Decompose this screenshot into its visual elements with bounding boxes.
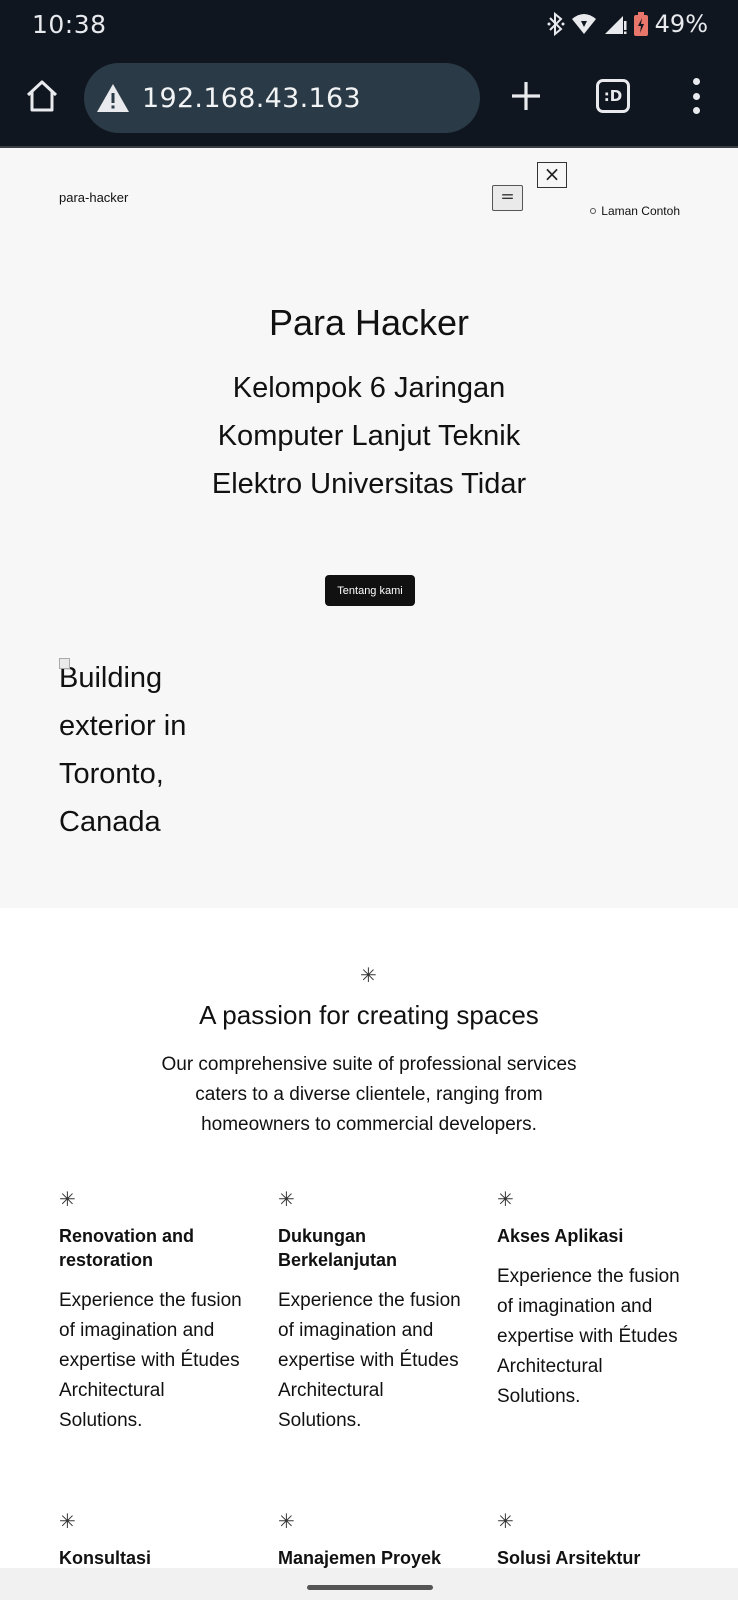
- nav-item-laman-contoh[interactable]: Laman Contoh: [590, 204, 680, 218]
- asterisk-icon: ✳: [278, 1511, 295, 1533]
- asterisk-icon: ✳: [497, 1511, 514, 1533]
- services-description: Our comprehensive suite of professional …: [161, 1054, 577, 1135]
- gesture-handle[interactable]: [307, 1585, 433, 1590]
- service-card-title: Manajemen Proyek: [278, 1548, 442, 1568]
- broken-image-icon: [59, 658, 70, 669]
- service-card-title: Konsultasi: [59, 1548, 152, 1568]
- url-text[interactable]: 192.168.43.163: [142, 83, 361, 114]
- service-card-title: Solusi Arsitektur: [497, 1548, 641, 1568]
- browser-toolbar: 192.168.43.163 :D: [0, 50, 738, 148]
- home-icon[interactable]: [24, 78, 60, 114]
- service-card-text: Experience the fusion of imagination and…: [497, 1266, 680, 1407]
- overflow-menu-icon[interactable]: [688, 78, 704, 114]
- service-card: ✳ Renovation and restoration Experience …: [59, 1190, 247, 1436]
- battery-percent: 49%: [654, 10, 708, 38]
- image-alt-text: Building exterior in Toronto, Canada: [59, 662, 187, 838]
- asterisk-icon: ✳: [497, 1189, 514, 1211]
- plus-icon[interactable]: [508, 78, 544, 114]
- asterisk-icon: ✳: [59, 1511, 76, 1533]
- asterisk-icon: ✳: [278, 1189, 295, 1211]
- hero-section: para-hacker × = Laman Contoh Para Hacker…: [0, 148, 738, 908]
- signal-icon: [603, 13, 627, 35]
- service-card-title: Akses Aplikasi: [497, 1226, 624, 1246]
- service-card: ✳ Konsultasi: [59, 1512, 247, 1568]
- gesture-nav-bar: [0, 1568, 738, 1600]
- hero-subtitle: Kelompok 6 Jaringan Komputer Lanjut Tekn…: [211, 372, 527, 500]
- hero-title: Para Hacker: [268, 302, 470, 343]
- service-card-text: Experience the fusion of imagination and…: [278, 1290, 461, 1431]
- bluetooth-icon: [547, 11, 565, 37]
- service-card: ✳ Manajemen Proyek: [278, 1512, 466, 1568]
- nav-item-label[interactable]: Laman Contoh: [601, 204, 680, 218]
- tabs-icon[interactable]: :D: [596, 79, 630, 113]
- status-time: 10:38: [32, 10, 107, 39]
- service-card-title: Dukungan Berkelanjutan: [278, 1226, 398, 1270]
- service-card-title: Renovation and restoration: [59, 1226, 195, 1270]
- broken-image: Building exterior in Toronto, Canada: [59, 654, 239, 846]
- web-page: para-hacker × = Laman Contoh Para Hacker…: [0, 148, 738, 1568]
- warning-icon[interactable]: [96, 83, 130, 113]
- url-bar[interactable]: 192.168.43.163: [84, 63, 480, 133]
- services-section: ✳ A passion for creating spaces Our comp…: [0, 908, 738, 1568]
- asterisk-icon: ✳: [360, 965, 377, 987]
- asterisk-icon: ✳: [59, 1189, 76, 1211]
- service-card: ✳ Akses Aplikasi Experience the fusion o…: [497, 1190, 685, 1412]
- status-icons: 49%: [547, 10, 708, 38]
- wifi-icon: [571, 13, 597, 35]
- about-us-button[interactable]: Tentang kami: [325, 575, 415, 606]
- services-heading: A passion for creating spaces: [199, 1000, 539, 1030]
- close-menu-button[interactable]: ×: [537, 162, 567, 188]
- service-card: ✳ Dukungan Berkelanjutan Experience the …: [278, 1190, 466, 1436]
- bullet-icon: [590, 208, 597, 214]
- menu-toggle-button[interactable]: =: [492, 185, 523, 211]
- status-bar: 10:38 49%: [0, 0, 738, 50]
- service-card: ✳ Solusi Arsitektur: [497, 1512, 685, 1568]
- battery-icon: [633, 11, 649, 37]
- site-title[interactable]: para-hacker: [59, 190, 128, 205]
- service-card-text: Experience the fusion of imagination and…: [59, 1290, 242, 1431]
